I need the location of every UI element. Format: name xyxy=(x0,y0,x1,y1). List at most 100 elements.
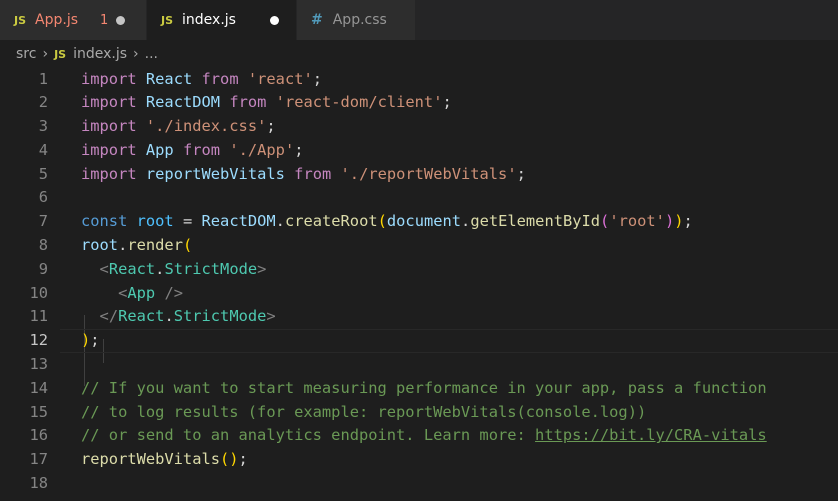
code-token: ; xyxy=(442,93,452,112)
line-number: 10 xyxy=(29,283,48,302)
unsaved-dot-icon[interactable] xyxy=(116,15,126,25)
code-token: . xyxy=(461,212,471,231)
code-text: // If you want to start measuring perfor… xyxy=(81,377,767,401)
code-token: . xyxy=(118,236,128,255)
code-token: ; xyxy=(90,331,100,350)
code-line[interactable]: 11 </React.StrictMode> xyxy=(0,305,838,329)
code-token: App xyxy=(145,140,174,159)
code-line[interactable]: 14 // If you want to start measuring perf… xyxy=(0,377,838,401)
line-number: 8 xyxy=(38,236,48,255)
code-token: import xyxy=(81,164,137,183)
code-token: './index.css' xyxy=(145,117,267,136)
code-line[interactable]: 10 <App /> xyxy=(0,282,838,306)
code-text: import './index.css'; xyxy=(81,115,276,139)
unsaved-dot-icon[interactable] xyxy=(269,15,279,25)
line-number: 9 xyxy=(38,259,48,278)
code-line[interactable]: 8 root.render( xyxy=(0,234,838,258)
tab-app-js[interactable]: JS App.js 1 xyxy=(0,0,147,40)
code-line[interactable]: 5 import reportWebVitals from './reportWe… xyxy=(0,163,838,187)
code-token: const xyxy=(81,212,128,231)
code-token: ( xyxy=(182,236,193,255)
code-line[interactable]: 12); xyxy=(0,329,838,353)
code-line[interactable]: 4 import App from './App'; xyxy=(0,139,838,163)
code-text: import reportWebVitals from './reportWeb… xyxy=(81,163,526,187)
tab-app-css[interactable]: # App.css xyxy=(297,0,416,40)
line-number: 12 xyxy=(29,331,48,350)
code-token: > xyxy=(266,307,276,326)
code-token: import xyxy=(81,93,137,112)
code-token: ; xyxy=(516,164,526,183)
code-token: < xyxy=(118,283,128,302)
code-token: 'react-dom/client' xyxy=(275,93,443,112)
code-token: // If you want to start measuring perfor… xyxy=(81,378,767,397)
code-line[interactable]: 18 xyxy=(0,472,838,496)
code-line[interactable]: 6 xyxy=(0,186,838,210)
code-text: </React.StrictMode> xyxy=(81,305,276,329)
javascript-file-icon: JS xyxy=(54,47,67,61)
line-number: 14 xyxy=(29,378,48,397)
code-token: StrictMode xyxy=(164,259,258,278)
code-line[interactable]: 7 const root = ReactDOM.createRoot(docume… xyxy=(0,210,838,234)
code-token: React xyxy=(118,307,165,326)
code-token: React xyxy=(108,259,156,278)
line-number: 7 xyxy=(38,212,48,231)
javascript-file-icon: JS xyxy=(14,13,27,27)
code-token: ReactDOM xyxy=(145,93,221,112)
code-token: 'root' xyxy=(609,212,665,231)
code-text: // or send to an analytics endpoint. Lea… xyxy=(81,424,767,448)
code-token: import xyxy=(81,117,137,136)
code-line[interactable]: 15 // to log results (for example: report… xyxy=(0,401,838,425)
code-token: App xyxy=(127,283,156,302)
code-line[interactable]: 2 import ReactDOM from 'react-dom/client'… xyxy=(0,91,838,115)
line-number: 18 xyxy=(29,474,48,493)
code-line[interactable]: 9 <React.StrictMode> xyxy=(0,258,838,282)
line-number: 17 xyxy=(29,450,48,469)
code-line[interactable]: 1 import React from 'react'; xyxy=(0,68,838,92)
code-line[interactable]: 3 import './index.css'; xyxy=(0,115,838,139)
breadcrumb-symbol[interactable]: ... xyxy=(145,46,158,62)
code-text: <React.StrictMode> xyxy=(81,258,267,282)
code-line[interactable]: 17 reportWebVitals(); xyxy=(0,448,838,472)
code-text: // to log results (for example: reportWe… xyxy=(81,401,646,425)
code-token: https://bit.ly/CRA-vitals xyxy=(535,426,767,445)
code-line[interactable]: 16 // or send to an analytics endpoint. L… xyxy=(0,424,838,448)
code-text: import React from 'react'; xyxy=(81,68,322,92)
code-token: = xyxy=(173,212,202,231)
code-token: ) xyxy=(674,212,684,231)
tab-index-js[interactable]: JS index.js xyxy=(147,0,297,40)
code-editor[interactable]: 1 import React from 'react'; 2 import React… xyxy=(0,68,838,496)
line-number: 6 xyxy=(38,188,48,207)
code-token: ReactDOM xyxy=(201,212,276,231)
code-token: ( xyxy=(377,212,387,231)
code-token: root xyxy=(81,236,119,255)
code-token: ; xyxy=(266,117,276,136)
breadcrumb-file[interactable]: index.js xyxy=(73,46,127,62)
code-text: ); xyxy=(81,329,100,353)
code-token: root xyxy=(136,212,174,231)
tab-label: App.css xyxy=(332,12,387,28)
code-token: ; xyxy=(312,69,323,88)
code-line[interactable]: 13 xyxy=(0,353,838,377)
code-token: ) xyxy=(81,331,91,350)
code-token: './App' xyxy=(229,140,295,159)
code-token: document xyxy=(386,212,462,231)
code-text: <App /> xyxy=(81,282,183,306)
tab-label: index.js xyxy=(182,12,236,28)
code-token: from xyxy=(201,69,239,88)
breadcrumb-folder[interactable]: src xyxy=(16,46,36,62)
code-token: render xyxy=(127,236,183,255)
